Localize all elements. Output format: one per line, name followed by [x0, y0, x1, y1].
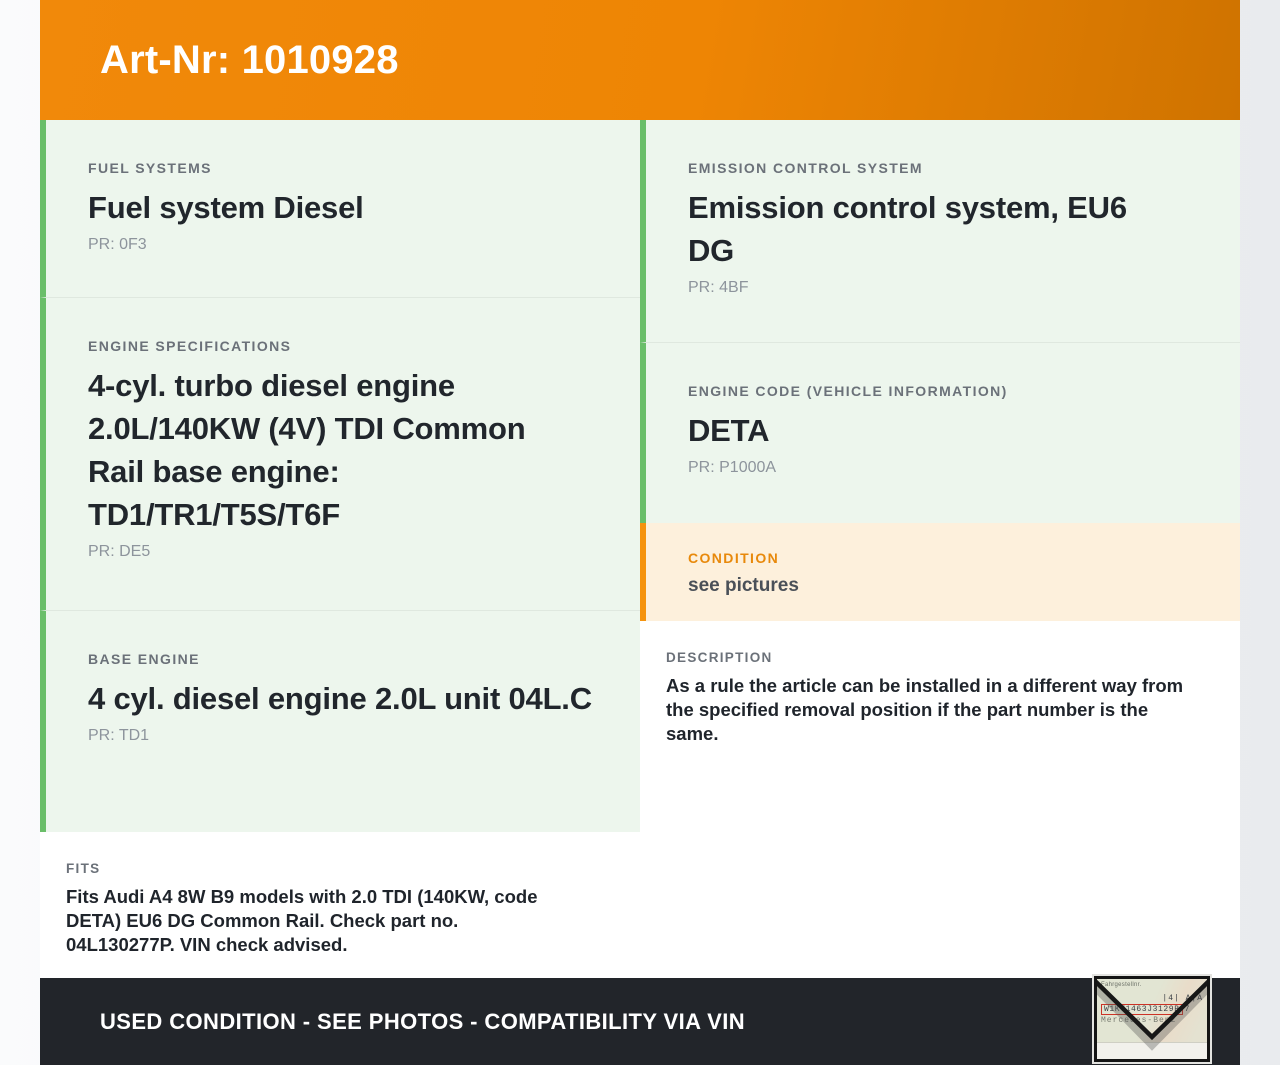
card-pr-code: PR: P1000A [688, 459, 777, 476]
card-base-engine: BASE ENGINE 4 cyl. diesel engine 2.0L un… [40, 610, 640, 832]
content: FUEL SYSTEMS Fuel system Diesel PR: 0F3 … [40, 120, 1240, 978]
envelope-icon [1097, 979, 1207, 1051]
footer-banner: USED CONDITION - SEE PHOTOS - COMPATIBIL… [40, 976, 1240, 1065]
card-title: 4-cyl. turbo diesel engine 2.0L/140KW (4… [88, 368, 526, 532]
card-pr-code: PR: TD1 [88, 727, 150, 744]
header-banner: Art-Nr: 1010928 [40, 0, 1240, 120]
article-number: Art-Nr: 1010928 [100, 37, 399, 82]
card-fuel-systems: FUEL SYSTEMS Fuel system Diesel PR: 0F3 [40, 120, 640, 297]
card-title: Fuel system Diesel [88, 190, 364, 225]
fits-text: Fits Audi A4 8W B9 models with 2.0 TDI (… [66, 886, 538, 955]
card-label: DESCRIPTION [666, 650, 773, 665]
card-engine-code: ENGINE CODE (VEHICLE INFORMATION) DETA P… [640, 342, 1240, 523]
footer-text: USED CONDITION - SEE PHOTOS - COMPATIBIL… [100, 1008, 746, 1034]
left-column: FUEL SYSTEMS Fuel system Diesel PR: 0F3 … [40, 120, 640, 978]
card-title: DETA [688, 413, 770, 448]
vin-stamp-image: Fahrgestellnr. |4| A|A W1K71463J3129B 7 … [1094, 976, 1210, 1062]
card-engine-specifications: ENGINE SPECIFICATIONS 4-cyl. turbo diese… [40, 297, 640, 610]
card-label: BASE ENGINE [88, 651, 200, 667]
card-label: CONDITION [688, 550, 780, 566]
card-pr-code: PR: 4BF [688, 279, 749, 296]
card-pr-code: PR: DE5 [88, 543, 151, 560]
card-title: Emission control system, EU6 DG [688, 190, 1127, 268]
right-column: EMISSION CONTROL SYSTEM Emission control… [640, 120, 1240, 978]
card-description: DESCRIPTION As a rule the article can be… [640, 629, 1240, 978]
description-text: As a rule the article can be installed i… [666, 675, 1184, 744]
card-label: ENGINE CODE (VEHICLE INFORMATION) [688, 383, 1008, 399]
card-emission-control: EMISSION CONTROL SYSTEM Emission control… [640, 120, 1240, 342]
condition-value: see pictures [688, 575, 799, 596]
card-label: FITS [66, 861, 101, 876]
card-condition: CONDITION see pictures [640, 523, 1240, 621]
card-label: EMISSION CONTROL SYSTEM [688, 160, 923, 176]
card-label: ENGINE SPECIFICATIONS [88, 338, 292, 354]
page-root: Art-Nr: 1010928 FUEL SYSTEMS Fuel system… [40, 0, 1240, 1065]
card-pr-code: PR: 0F3 [88, 236, 147, 253]
card-label: FUEL SYSTEMS [88, 160, 212, 176]
card-fits: FITS Fits Audi A4 8W B9 models with 2.0 … [40, 840, 640, 975]
card-title: 4 cyl. diesel engine 2.0L unit 04L.C [88, 681, 592, 716]
